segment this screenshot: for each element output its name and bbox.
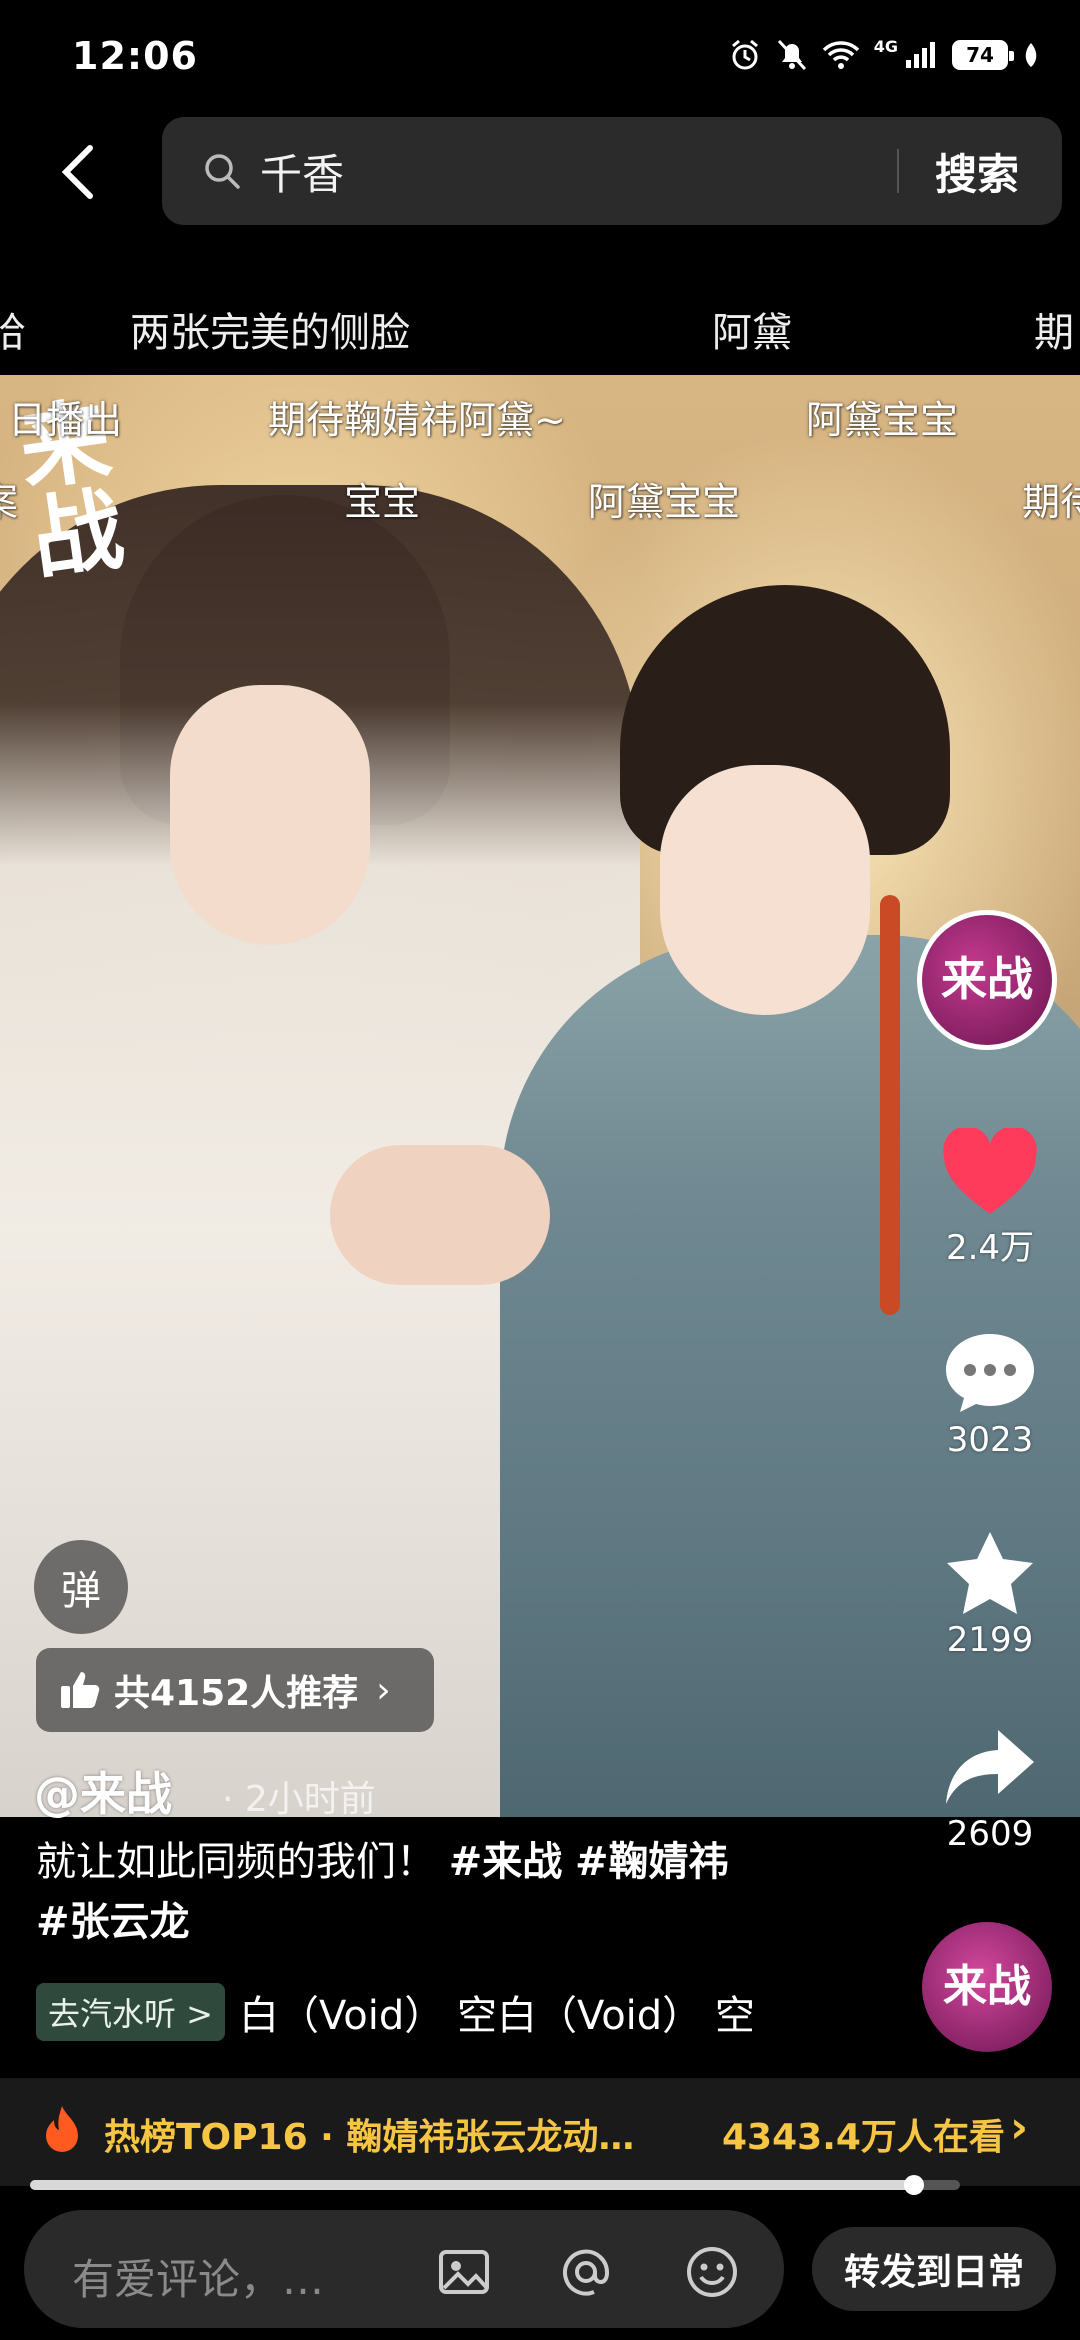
chevron-right-icon: ›	[1010, 2102, 1029, 2153]
thumbs-up-icon	[61, 1672, 100, 1708]
progress-handle[interactable]	[903, 2175, 924, 2195]
star-icon	[947, 1532, 1033, 1614]
like-button[interactable]: 2.4万	[930, 1128, 1050, 1269]
post-time: · 2小时前	[222, 1779, 376, 1820]
battery-indicator: 74	[952, 40, 1014, 70]
mention-icon[interactable]	[558, 2244, 614, 2300]
related-search-item[interactable]: 两张完美的侧脸	[130, 300, 410, 358]
danmaku-comment: 期待鞠婧祎阿黛~	[268, 398, 566, 442]
comment-bubble-icon	[946, 1334, 1034, 1412]
danmaku-comment: 阿黛宝宝	[588, 480, 741, 524]
recommend-label: 共4152人推荐	[114, 1673, 359, 1714]
wifi-icon	[822, 40, 860, 70]
hashtag[interactable]: #张云龙	[36, 1899, 190, 1945]
danmaku-comment: 宝宝	[344, 480, 421, 524]
status-icons: 4G 74	[728, 36, 1040, 72]
related-searches: 哈 两张完美的侧脸 阿黛 期	[0, 290, 1080, 370]
hot-ranking-bar[interactable]: 热榜TOP16 · 鞠婧祎张云龙动… 4343.4万人在看 ›	[0, 2078, 1080, 2186]
leaf-icon	[1022, 41, 1040, 69]
alarm-icon	[728, 38, 762, 72]
fire-icon	[46, 2106, 78, 2152]
author-name[interactable]: @来战	[34, 1758, 172, 1824]
status-bar: 12:06 4G 74	[0, 0, 1080, 110]
status-time: 12:06	[72, 34, 198, 78]
chevron-right-icon: ›	[376, 1669, 391, 1711]
danmaku-comment: 日播出	[8, 398, 123, 442]
signal-icon	[904, 40, 938, 70]
search-input[interactable]: 千香 搜索	[162, 117, 1062, 225]
share-count: 2609	[946, 1814, 1034, 1854]
mute-bell-icon	[776, 38, 808, 72]
danmaku-comment: 阿黛宝宝	[806, 398, 959, 442]
related-search-item[interactable]: 哈	[0, 300, 26, 358]
network-type: 4G	[873, 36, 898, 56]
listen-on-qishui-chip[interactable]: 去汽水听 >	[36, 1983, 225, 2041]
danmaku-comment: 案	[0, 471, 18, 526]
share-arrow-icon	[946, 1730, 1034, 1804]
search-button[interactable]: 搜索	[935, 141, 1019, 202]
video-progress-bar[interactable]	[30, 2175, 960, 2195]
danmaku-comment: 期待	[1022, 480, 1080, 524]
video-caption: 就让如此同频的我们！ #来战 #鞠婧祎 #张云龙	[36, 1832, 876, 1952]
video-player[interactable]: 来战 日播出 期待鞠婧祎阿黛~ 阿黛宝宝 案 宝宝 阿黛宝宝 期待	[0, 375, 1080, 1817]
progress-fill	[30, 2180, 914, 2190]
search-icon	[205, 154, 240, 189]
share-arrow-button[interactable]: 2609	[930, 1722, 1050, 1854]
danmaku-toggle-button[interactable]: 弹	[34, 1540, 128, 1634]
music-row: 去汽水听 > 白（Void） 空白（Void） 空	[36, 1982, 816, 2042]
comment-button[interactable]: 3023	[930, 1328, 1050, 1460]
related-search-item[interactable]: 期	[1034, 300, 1074, 358]
hot-viewers: 4343.4万人在看	[722, 2117, 1005, 2158]
comment-count: 3023	[946, 1420, 1034, 1460]
like-count: 2.4万	[945, 1228, 1035, 1268]
video-ribbon	[880, 895, 900, 1315]
hot-ranking-title: 热榜TOP16 · 鞠婧祎张云龙动…	[104, 2117, 635, 2158]
video-hands	[330, 1145, 550, 1285]
back-button[interactable]	[48, 132, 108, 212]
caption-text: 就让如此同频的我们！	[36, 1839, 436, 1885]
emoji-icon[interactable]	[684, 2244, 740, 2300]
image-icon[interactable]	[436, 2244, 492, 2300]
chevron-left-icon	[61, 145, 93, 199]
search-query-text: 千香	[260, 150, 345, 199]
comment-placeholder: 有爱评论，…	[72, 2255, 325, 2304]
favorite-count: 2199	[946, 1620, 1034, 1660]
hashtag[interactable]: #鞠婧祎	[575, 1839, 729, 1885]
music-disc[interactable]: 来战	[922, 1922, 1052, 2052]
music-title[interactable]: 白（Void） 空白（Void） 空	[239, 1983, 755, 2041]
video-figure-face-right	[660, 765, 870, 1015]
recommend-button[interactable]: 共4152人推荐 ›	[36, 1648, 434, 1732]
related-search-item[interactable]: 阿黛	[712, 300, 792, 358]
favorite-button[interactable]: 2199	[930, 1528, 1050, 1660]
hashtag[interactable]: #来战	[449, 1839, 563, 1885]
share-to-daily-button[interactable]: 转发到日常	[812, 2227, 1056, 2311]
heart-icon	[943, 1128, 1037, 1214]
video-figure-face-left	[170, 685, 370, 945]
comment-input[interactable]: 有爱评论，…	[24, 2210, 784, 2328]
search-divider	[897, 149, 899, 193]
author-avatar[interactable]: 来战	[917, 910, 1057, 1050]
